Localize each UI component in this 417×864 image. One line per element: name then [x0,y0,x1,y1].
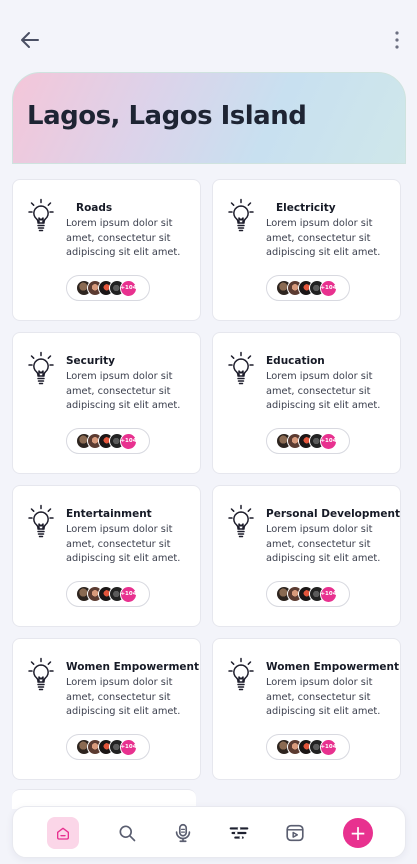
arrow-left-icon[interactable] [18,28,42,52]
topic-card[interactable]: Security Lorem ipsum dolor sit amet, con… [12,332,201,474]
topic-grid: Roads Lorem ipsum dolor sit amet, consec… [12,179,401,780]
card-title: Women Empowerment [66,661,200,673]
participant-count-badge: +104 [320,738,337,756]
lightbulb-icon [228,198,254,232]
card-description: Lorem ipsum dolor sit amet, consectetur … [266,524,381,564]
search-icon [119,825,136,842]
card-title: Women Empowerment [266,661,400,673]
card-description: Lorem ipsum dolor sit amet, consectetur … [66,218,181,258]
card-title: Roads [76,202,113,214]
card-description: Lorem ipsum dolor sit amet, consectetur … [266,677,381,717]
topic-card[interactable]: Roads Lorem ipsum dolor sit amet, consec… [12,179,201,321]
card-title: Personal Development [266,508,400,520]
lightbulb-icon [228,657,254,691]
home-icon [57,827,69,840]
lightbulb-icon [228,504,254,538]
participant-count-badge: +104 [120,279,137,297]
card-description: Lorem ipsum dolor sit amet, consectetur … [266,371,381,411]
topic-card[interactable]: Women Empowerment Lorem ipsum dolor sit … [212,638,401,780]
topic-card[interactable]: Electricity Lorem ipsum dolor sit amet, … [212,179,401,321]
video-icon [286,824,304,842]
participant-count-badge: +104 [120,585,137,603]
lightbulb-icon [28,657,54,691]
topic-card[interactable]: Personal Development Lorem ipsum dolor s… [212,485,401,627]
nav-audio[interactable] [169,819,197,847]
participant-avatars[interactable]: +104 [266,428,350,454]
card-description: Lorem ipsum dolor sit amet, consectetur … [66,371,181,411]
card-description: Lorem ipsum dolor sit amet, consectetur … [266,218,381,258]
microphone-icon [175,823,191,843]
lightbulb-icon [228,351,254,385]
page-title: Lagos, Lagos Island [27,101,307,131]
participant-avatars[interactable]: +104 [266,581,350,607]
participant-count-badge: +104 [320,432,337,450]
lightbulb-icon [28,198,54,232]
plus-icon: + [349,821,367,845]
topic-card[interactable]: Entertainment Lorem ipsum dolor sit amet… [12,485,201,627]
nav-search[interactable] [113,819,141,847]
nav-filter[interactable] [225,819,253,847]
lightbulb-icon [28,351,54,385]
more-vertical-icon[interactable] [391,28,403,52]
participant-avatars[interactable]: +104 [66,581,150,607]
participant-count-badge: +104 [120,738,137,756]
participant-avatars[interactable]: +104 [66,428,150,454]
participant-avatars[interactable]: +104 [66,734,150,760]
participant-count-badge: +104 [120,432,137,450]
top-bar [0,0,417,70]
filter-icon [229,827,249,839]
card-title: Electricity [276,202,336,214]
bottom-nav: + [12,806,406,858]
topic-card[interactable]: Education Lorem ipsum dolor sit amet, co… [212,332,401,474]
card-description: Lorem ipsum dolor sit amet, consectetur … [66,524,181,564]
lightbulb-icon [28,504,54,538]
location-header: Lagos, Lagos Island [12,72,406,164]
card-title: Education [266,355,325,367]
nav-home[interactable] [47,817,79,849]
participant-count-badge: +104 [320,279,337,297]
participant-avatars[interactable]: +104 [266,275,350,301]
topic-card[interactable]: Women Empowerment Lorem ipsum dolor sit … [12,638,201,780]
participant-count-badge: +104 [320,585,337,603]
card-description: Lorem ipsum dolor sit amet, consectetur … [66,677,181,717]
card-title: Security [66,355,116,367]
participant-avatars[interactable]: +104 [66,275,150,301]
nav-video[interactable] [281,819,309,847]
create-button[interactable]: + [343,818,373,848]
participant-avatars[interactable]: +104 [266,734,350,760]
card-title: Entertainment [66,508,152,520]
